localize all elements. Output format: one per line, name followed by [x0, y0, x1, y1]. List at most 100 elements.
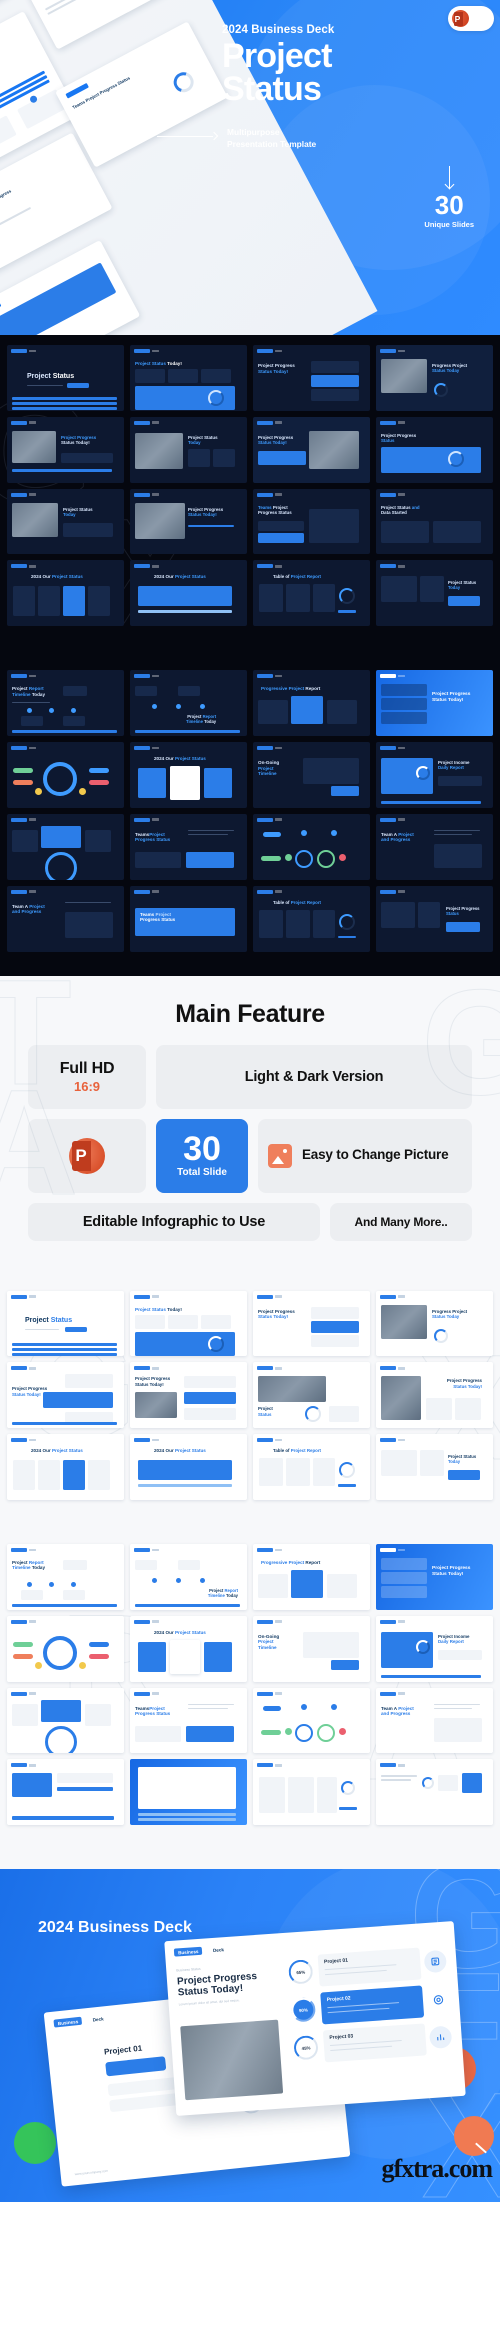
- back-slide-card: [105, 2056, 167, 2077]
- slide-thumbnail[interactable]: [130, 1759, 247, 1826]
- slide-thumbnail[interactable]: Progress Project Status Today: [376, 345, 493, 411]
- slide-thumbnail[interactable]: [7, 1615, 124, 1682]
- slide-thumbnail[interactable]: Teams Project Progress Status: [130, 885, 247, 952]
- slide-thumbnail[interactable]: 2024 Our Project Status: [130, 1615, 247, 1682]
- slide-thumbnail[interactable]: Project Progress Status: [376, 416, 493, 483]
- slide-thumbnail[interactable]: Project Status Today: [7, 488, 124, 555]
- hero-kicker: 2024 Business Deck: [222, 24, 335, 36]
- gfxtra-watermark: gfxtra.com: [381, 2154, 493, 2184]
- slide-thumbnail[interactable]: Table of Project Report: [253, 1434, 370, 1500]
- slide-thumbnail[interactable]: Table of Project Report: [253, 885, 370, 952]
- hero-tagline-row: Multipurpose Presentation Template: [157, 127, 452, 150]
- slide-thumbnail[interactable]: Team A Project and Progress: [376, 813, 493, 880]
- showcase-slide-front: Business Deck Business Status Project Pr…: [164, 1921, 466, 2117]
- slide-thumbnail[interactable]: Project Status: [7, 1290, 124, 1357]
- powerpoint-icon: P: [69, 1137, 105, 1174]
- slide-thumbnail[interactable]: Project Progress Status Today!: [376, 670, 493, 737]
- slide-thumbnail[interactable]: Project Progress Status Today!: [253, 345, 370, 411]
- slide-thumbnail[interactable]: Project Progress Status Today!: [7, 1362, 124, 1429]
- slide-thumbnail[interactable]: 2024 Our Project Status: [130, 742, 247, 808]
- slide-thumbnail[interactable]: [376, 1759, 493, 1826]
- feature-row-2: P 30 Total Slide Easy to Change Picture: [28, 1118, 472, 1193]
- slide-thumbnail[interactable]: Progressive Project Report: [253, 670, 370, 737]
- mockup-slide: Teams Project Progress Status: [55, 21, 228, 168]
- slide-thumbnail[interactable]: Project Report Timeline Today: [7, 1543, 124, 1610]
- slide-thumbnail[interactable]: Project Status: [7, 345, 124, 411]
- slide-thumbnail[interactable]: Teams Project Progress Status: [253, 488, 370, 555]
- slide-thumbnail[interactable]: [7, 742, 124, 808]
- slide-thumbnail[interactable]: Project Progress Status Today!: [376, 1362, 493, 1429]
- hero-tagline-line1: Multipurpose: [227, 127, 280, 138]
- slide-thumbnail[interactable]: 2024 Our Project Status: [7, 560, 124, 627]
- grid-gap: [0, 636, 500, 660]
- project-card: Project 03: [322, 2023, 427, 2063]
- slide-thumbnail[interactable]: Team A Project and Progress: [376, 1687, 493, 1754]
- editable-label: Editable Infographic to Use: [82, 1213, 266, 1230]
- slide-thumbnail[interactable]: 2024 Our Project Status: [7, 1434, 124, 1500]
- feature-card-light-dark: Light & Dark Version: [156, 1044, 472, 1109]
- slide-thumbnail[interactable]: Project Status Today: [376, 1434, 493, 1500]
- slide-thumbnail[interactable]: Progress Project Status Today: [376, 1290, 493, 1357]
- slide-thumbnail[interactable]: Project Progress Status: [376, 885, 493, 952]
- slide-thumbnail[interactable]: 2024 Our Project Status: [130, 1434, 247, 1500]
- total-slide-count: 30: [183, 1130, 221, 1169]
- back-slide-title: Project 01: [103, 2043, 143, 2057]
- slide-thumbnail[interactable]: [7, 813, 124, 880]
- slide-thumbnail[interactable]: Progressive Project Report: [253, 1543, 370, 1610]
- decorative-circle-orange-2: [454, 2116, 494, 2157]
- slide-thumbnail[interactable]: 2024 Our Project Status: [130, 560, 247, 627]
- slide-thumbnail[interactable]: Project Progress Status Today!: [253, 1290, 370, 1357]
- light-dark-label: Light & Dark Version: [244, 1068, 384, 1085]
- arrow-down-icon: [448, 166, 450, 188]
- light-slides-section: G X R A Project Status Project Status To…: [0, 1280, 500, 1870]
- slide-thumbnail[interactable]: Project Progress Status Today!: [130, 488, 247, 555]
- slide-thumbnail[interactable]: Project Status Today: [130, 416, 247, 483]
- slide-thumbnail[interactable]: On-Going Project Timeline: [253, 1615, 370, 1682]
- slide-thumbnail[interactable]: Project Report Timeline Today: [130, 670, 247, 737]
- slide-thumbnail[interactable]: Table of Project Report: [253, 560, 370, 627]
- slide-thumbnail[interactable]: Project Income Daily Report: [376, 1615, 493, 1682]
- light-slide-grid-2: Project Report Timeline Today Project Rep…: [0, 1534, 500, 1835]
- hero-section: Progressive Project Report Project Statu…: [0, 0, 500, 335]
- main-feature-section: T A G Main Feature Full HD 16:9 Light & …: [0, 975, 500, 1281]
- bottom-heading: 2024 Business Deck: [38, 1919, 192, 1937]
- aspect-ratio-label: 16:9: [73, 1078, 101, 1094]
- slide-thumbnail[interactable]: On-Going Project Timeline: [253, 742, 370, 808]
- unique-slides-count: 30: [434, 190, 464, 220]
- powerpoint-badge: P: [448, 6, 494, 31]
- page-title: Project Status: [222, 39, 452, 106]
- bottom-showcase-section: G F X 2024 Business Deck Business Deck P…: [0, 1869, 500, 2203]
- project-card-name: Project 03: [329, 2033, 354, 2042]
- slide-thumbnail[interactable]: [253, 813, 370, 880]
- slide-thumbnail[interactable]: Project Status: [253, 1362, 370, 1429]
- slide-thumbnail[interactable]: Project Progress Status Today!: [253, 416, 370, 483]
- slide-thumbnail[interactable]: Project Progress Status Today!: [376, 1543, 493, 1610]
- metric-donut-2: 90%: [290, 1997, 317, 2023]
- powerpoint-letter: P: [75, 1145, 87, 1165]
- slide-thumbnail[interactable]: [7, 1759, 124, 1826]
- hero-tagline: Multipurpose Presentation Template: [227, 127, 316, 150]
- slide-thumbnail[interactable]: [7, 1687, 124, 1754]
- project-card-name: Project 02: [326, 1995, 351, 2004]
- slide-thumbnail[interactable]: Project Progress Status Today!: [130, 1362, 247, 1429]
- slide-thumbnail[interactable]: Project Report Timeline Today: [130, 1543, 247, 1610]
- slide-thumbnail[interactable]: Project Report Timeline Today: [7, 670, 124, 737]
- dark-slide-grid-2: Project Report Timeline Today Project Rep…: [0, 660, 500, 961]
- slide-thumbnail[interactable]: Project Progress Status Today!: [7, 416, 124, 483]
- slide-thumbnail[interactable]: [253, 1759, 370, 1826]
- and-many-more-label: And Many More..: [354, 1214, 448, 1229]
- slide-logo-text: Deck: [212, 1947, 225, 1954]
- slide-thumbnail[interactable]: Project Status Today: [376, 560, 493, 627]
- slide-body: Lorem ipsum dolor sit amet, dpi sed nequ…: [178, 1998, 240, 2007]
- slide-thumbnail[interactable]: Project Income Daily Report: [376, 742, 493, 808]
- slide-thumbnail[interactable]: Project Status and Data Started: [376, 488, 493, 555]
- slide-thumbnail[interactable]: TeamsProject Progress Status: [130, 1687, 247, 1754]
- slide-thumbnail[interactable]: [253, 1687, 370, 1754]
- dark-slide-grid-1: Project Status Project Status Today! Pro…: [0, 335, 500, 636]
- slide-thumbnail[interactable]: Team A Project and Progress: [7, 885, 124, 952]
- powerpoint-letter: P: [454, 13, 461, 24]
- arrow-right-icon: [157, 131, 219, 141]
- slide-thumbnail[interactable]: Project Status Today!: [130, 345, 247, 411]
- slide-thumbnail[interactable]: TeamsProject Progress Status: [130, 813, 247, 880]
- slide-thumbnail[interactable]: Project Status Today!: [130, 1290, 247, 1357]
